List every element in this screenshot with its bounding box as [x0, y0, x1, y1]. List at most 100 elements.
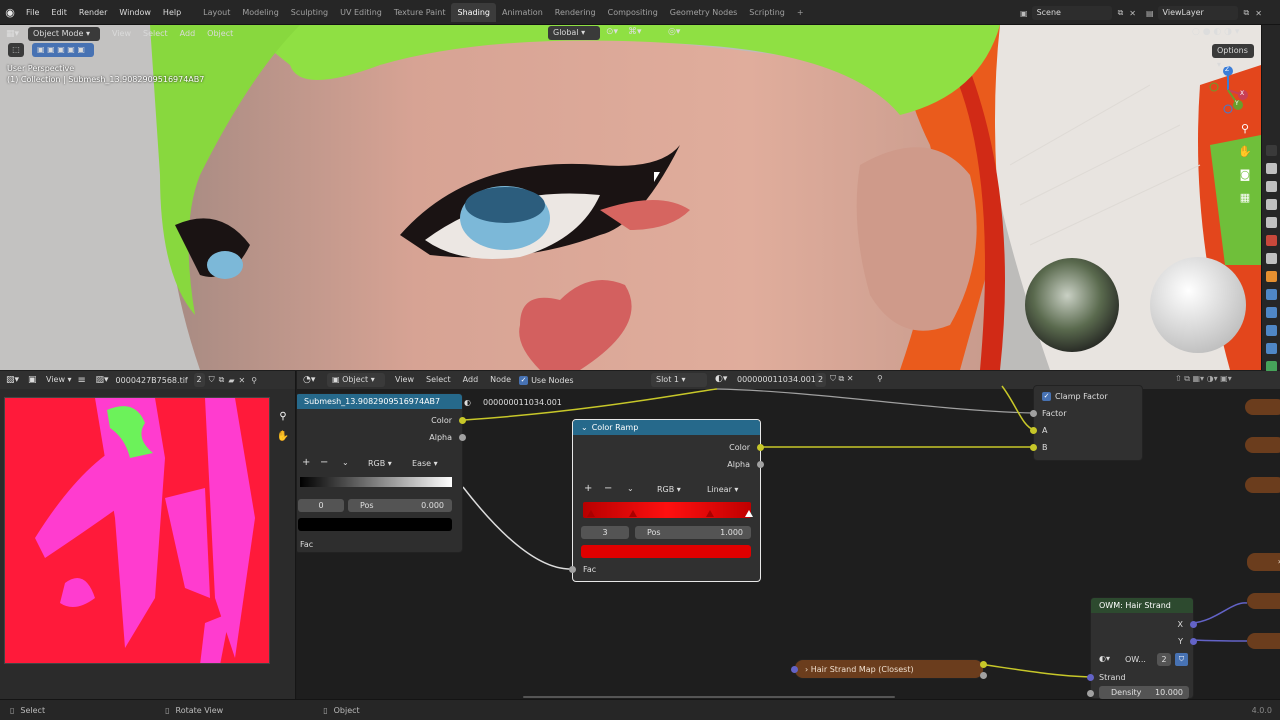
menu-window[interactable]: Window — [113, 0, 157, 25]
viewport-menu-select[interactable]: Select — [137, 27, 174, 41]
color-ramp-color-mode[interactable]: RGB ▾ — [657, 485, 681, 494]
collapse-icon[interactable]: ⌄ — [581, 423, 588, 432]
ramp-stop-handle[interactable] — [706, 510, 714, 517]
owm-y-socket[interactable] — [1190, 638, 1197, 645]
offscreen-node[interactable] — [1245, 399, 1280, 415]
color-ramp-color-swatch[interactable] — [581, 545, 751, 558]
owm-hair-strand-node[interactable]: OWM: Hair Strand X Y ◐▾ OW... 2 ⛉ Strand… — [1087, 597, 1197, 699]
clamp-factor-checkbox[interactable]: ✓ — [1042, 392, 1051, 401]
tab-rendering[interactable]: Rendering — [549, 3, 602, 22]
new-scene-icon[interactable]: ⧉ — [1118, 8, 1124, 18]
color-ramp-stop-index[interactable]: 3 — [581, 526, 629, 539]
select-box-mode-icon[interactable]: ▣ ▣ ▣ ▣ ▣ — [32, 43, 94, 57]
hair-map-output-socket[interactable] — [980, 661, 987, 668]
viewport-menu-object[interactable]: Object — [201, 27, 239, 41]
image-editor-type-icon[interactable]: ▧▾ — [6, 375, 28, 385]
ramp-menu-icon[interactable]: ⌄ — [342, 458, 349, 467]
menu-help[interactable]: Help — [157, 0, 187, 25]
offscreen-node[interactable]: › — [1247, 553, 1280, 571]
menu-file[interactable]: File — [20, 0, 45, 25]
hair-map-output-socket-2[interactable] — [980, 672, 987, 679]
view-mode-icon[interactable]: ▣ — [28, 375, 40, 385]
scene-selector[interactable]: Scene — [1031, 6, 1112, 20]
view-layer-props-icon[interactable] — [1265, 199, 1277, 210]
owm-hair-strand-header[interactable]: OWM: Hair Strand — [1091, 598, 1193, 613]
new-image-icon[interactable]: ⧉ — [219, 375, 225, 385]
image-editor[interactable]: ▧▾ ▣ View ▾ ≡ ▨▾ 0000427B7568.tif 2 ⛉ ⧉ … — [0, 371, 296, 699]
pivot-icon[interactable]: ⊙▾ — [606, 27, 618, 37]
scene-props-icon[interactable] — [1265, 217, 1277, 228]
editor-type-icon[interactable]: ▦▾ — [6, 29, 28, 39]
tab-shading[interactable]: Shading — [451, 2, 496, 22]
owm-density-socket[interactable] — [1087, 690, 1094, 697]
transform-orientation-selector[interactable]: Global ▾ — [548, 26, 600, 40]
ramp-stop-index[interactable]: 0 — [298, 499, 344, 512]
offscreen-node[interactable] — [1247, 633, 1280, 649]
options-button[interactable]: Options ▾ — [1212, 44, 1254, 69]
image-view-menu[interactable]: View ▾ — [40, 373, 78, 387]
mix-node[interactable]: ✓ Clamp Factor Factor A B — [1030, 385, 1143, 461]
mix-b-socket[interactable] — [1030, 444, 1037, 451]
ramp-stop-handle[interactable] — [745, 510, 753, 517]
viewport-shading-icons[interactable]: ○ ● ◐ ◑ ▾ — [1192, 27, 1239, 37]
owm-x-socket[interactable] — [1190, 621, 1197, 628]
tab-animation[interactable]: Animation — [496, 3, 549, 22]
menu-render[interactable]: Render — [73, 0, 113, 25]
pan-hand-icon[interactable]: ✋ — [1237, 145, 1253, 168]
color-ramp-interpolation[interactable]: Linear ▾ — [707, 485, 738, 494]
image-texture-node[interactable]: Submesh_13.9082909516974AB7 ◐ Color Alph… — [297, 393, 471, 553]
new-viewlayer-icon[interactable]: ⧉ — [1244, 8, 1250, 18]
mix-a-socket[interactable] — [1030, 427, 1037, 434]
viewlayer-selector[interactable]: ViewLayer — [1157, 6, 1238, 20]
color-ramp-fac-socket[interactable] — [569, 566, 576, 573]
node-group-icon[interactable]: ◐▾ — [1099, 654, 1110, 663]
texture-alpha-socket[interactable] — [459, 434, 466, 441]
snap-icon[interactable]: ⌘▾ — [628, 27, 642, 37]
tab-uv-editing[interactable]: UV Editing — [334, 3, 388, 22]
collection-props-icon[interactable] — [1265, 253, 1277, 264]
tab-geometry-nodes[interactable]: Geometry Nodes — [664, 3, 743, 22]
owm-group-users[interactable]: 2 — [1157, 653, 1171, 666]
unlink-image-icon[interactable]: ✕ — [239, 376, 246, 385]
tool-props-icon[interactable] — [1265, 145, 1277, 156]
color-ramp-pos-field[interactable]: Pos 1.000 — [635, 526, 751, 539]
image-name-field[interactable]: 0000427B7568.tif — [116, 376, 194, 385]
blender-logo-icon[interactable]: ◉ — [0, 6, 20, 19]
3d-viewport[interactable]: User Perspective (1) Collection | Submes… — [0, 25, 1261, 370]
menu-edit[interactable]: Edit — [45, 0, 73, 25]
owm-density-field[interactable]: Density 10.000 — [1099, 686, 1189, 699]
add-workspace-icon[interactable]: + — [791, 3, 810, 22]
color-ramp-alpha-socket[interactable] — [757, 461, 764, 468]
image-browse-icon[interactable]: ▨▾ — [96, 375, 116, 385]
color-ramp-color-socket[interactable] — [757, 444, 764, 451]
object-props-icon[interactable] — [1265, 271, 1277, 282]
viewport-menu-add[interactable]: Add — [174, 27, 202, 41]
offscreen-node[interactable] — [1245, 477, 1280, 493]
tab-modeling[interactable]: Modeling — [236, 3, 284, 22]
image-texture-node-header[interactable]: Submesh_13.9082909516974AB7 — [297, 394, 462, 409]
particles-props-icon[interactable] — [1265, 307, 1277, 318]
object-mode-selector[interactable]: Object Mode ▾ — [28, 26, 100, 41]
output-props-icon[interactable] — [1265, 181, 1277, 192]
proportional-edit-icon[interactable]: ◎▾ — [668, 27, 680, 37]
fake-user-icon[interactable]: ⛉ — [209, 375, 215, 385]
tab-layout[interactable]: Layout — [197, 3, 236, 22]
ortho-toggle-icon[interactable]: ▦ — [1237, 191, 1253, 214]
pin-icon[interactable]: ⚲ — [251, 376, 257, 385]
texture-color-socket[interactable] — [459, 417, 466, 424]
navigation-gizmo[interactable]: Z X Y — [1206, 65, 1250, 115]
hamburger-icon[interactable]: ≡ — [78, 375, 96, 386]
hair-strand-map-node[interactable]: › Hair Strand Map (Closest) — [791, 659, 987, 679]
color-ramp-add-stop-icon[interactable]: + — [584, 483, 592, 494]
hair-map-input-socket[interactable] — [791, 666, 798, 673]
render-props-icon[interactable] — [1265, 163, 1277, 174]
color-ramp-node-header[interactable]: ⌄ Color Ramp — [573, 420, 760, 435]
shader-node-editor[interactable]: ◔▾ ▣ Object ▾ View Select Add Node ✓ Use… — [297, 371, 1280, 699]
ramp-remove-stop-icon[interactable]: − — [320, 457, 328, 468]
world-props-icon[interactable] — [1265, 235, 1277, 246]
delete-scene-icon[interactable]: ✕ — [1129, 9, 1136, 18]
owm-group-name[interactable]: OW... — [1125, 655, 1146, 664]
open-image-icon[interactable]: ▰ — [228, 376, 234, 385]
modifier-props-icon[interactable] — [1265, 289, 1277, 300]
fake-user-shield-icon[interactable]: ⛉ — [1175, 653, 1188, 666]
